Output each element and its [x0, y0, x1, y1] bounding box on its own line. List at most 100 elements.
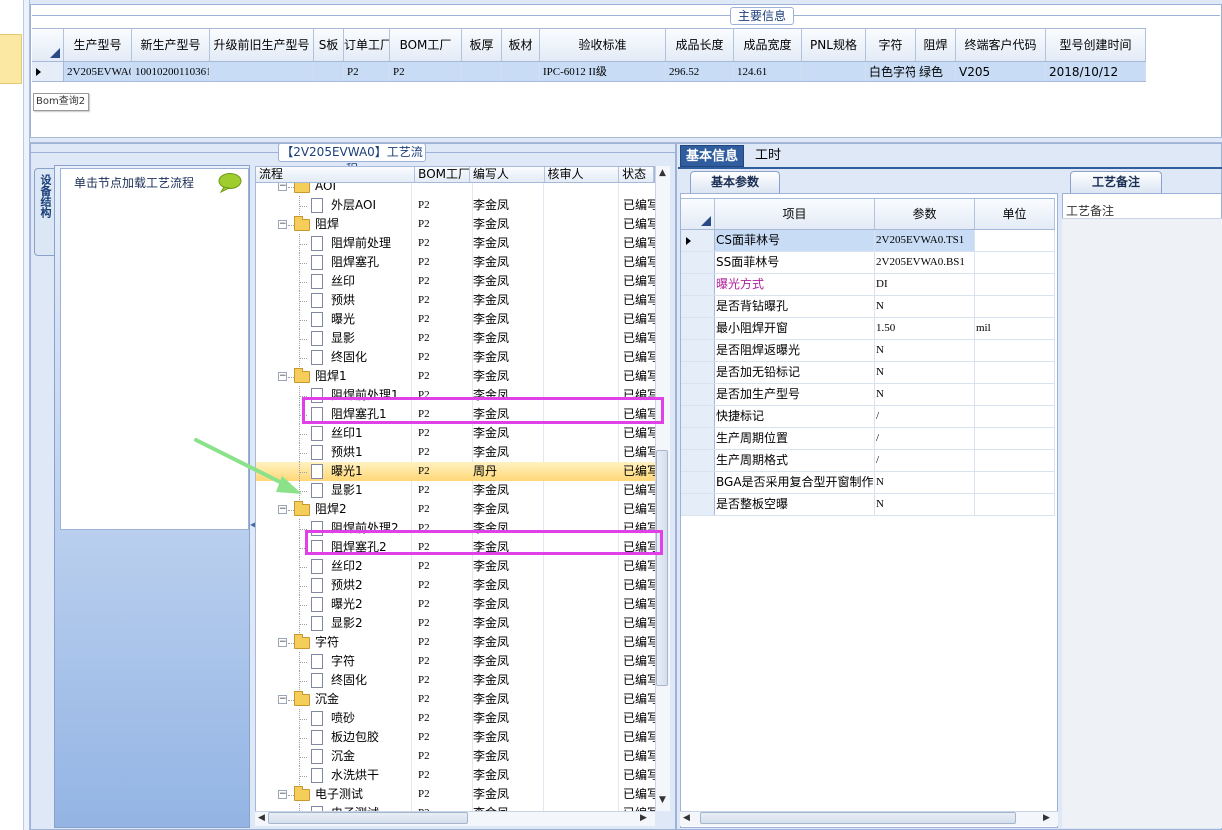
tree-step-row[interactable]: 字符 P2 李金凤 已编写	[256, 652, 655, 671]
grid-cell[interactable]	[210, 62, 314, 81]
column-header[interactable]: 阻焊	[916, 29, 956, 61]
basic-params-tab[interactable]: 基本参数	[690, 171, 780, 193]
column-header[interactable]: PNL规格	[802, 29, 866, 61]
tree-node[interactable]: 显影	[256, 329, 411, 348]
column-header[interactable]: 生产型号	[64, 29, 132, 61]
tree-column-header[interactable]: 流程	[256, 167, 416, 182]
scroll-right-icon[interactable]: ▶	[1043, 813, 1050, 823]
tree-node[interactable]: 阻焊前处理	[256, 234, 411, 253]
column-header[interactable]: BOM工厂	[390, 29, 462, 61]
grid-cell[interactable]: 296.52	[666, 62, 734, 81]
param-value[interactable]: 2V205EVWA0.BS1	[875, 252, 975, 273]
tree-column-header[interactable]: 状态	[619, 167, 654, 182]
params-hscroll-thumb[interactable]	[700, 812, 1016, 824]
tree-column-header[interactable]: 编写人	[470, 167, 545, 182]
param-value[interactable]: N	[875, 384, 975, 405]
tree-node[interactable]: 电子测试	[256, 804, 411, 811]
params-column-header[interactable]: 参数	[875, 199, 975, 229]
param-value[interactable]: 1.50	[875, 318, 975, 339]
tree-node[interactable]: 预烘2	[256, 576, 411, 595]
scroll-left-icon[interactable]: ◀	[258, 813, 265, 823]
column-header[interactable]: 板材	[502, 29, 540, 61]
grid-cell[interactable]	[502, 62, 540, 81]
column-header[interactable]: 升级前旧生产型号	[210, 29, 314, 61]
param-value[interactable]: /	[875, 428, 975, 449]
scroll-down-icon[interactable]: ▼	[659, 795, 666, 805]
tree-step-row[interactable]: 显影1 P2 李金凤 已编写	[256, 481, 655, 500]
tree-node[interactable]: 终固化	[256, 348, 411, 367]
tree-step-row[interactable]: 丝印1 P2 李金凤 已编写	[256, 424, 655, 443]
column-header[interactable]: 板厚	[462, 29, 502, 61]
grid-cell[interactable]: 绿色	[916, 62, 956, 81]
tree-step-row[interactable]: 丝印2 P2 李金凤 已编写	[256, 557, 655, 576]
column-header[interactable]: 终端客户代码	[956, 29, 1046, 61]
tree-node[interactable]: 显影2	[256, 614, 411, 633]
tree-step-row[interactable]: 丝印 P2 李金凤 已编写	[256, 272, 655, 291]
tree-step-row[interactable]: 曝光2 P2 李金凤 已编写	[256, 595, 655, 614]
params-row[interactable]: 最小阻焊开窗 1.50 mil	[681, 318, 1055, 340]
collapse-toggle-icon[interactable]: −	[278, 372, 287, 381]
process-tree-vscroll-thumb[interactable]	[656, 450, 668, 686]
tree-node[interactable]: 喷砂	[256, 709, 411, 728]
param-value[interactable]: N	[875, 340, 975, 361]
tree-step-row[interactable]: 曝光 P2 李金凤 已编写	[256, 310, 655, 329]
tree-step-row[interactable]: 沉金 P2 李金凤 已编写	[256, 747, 655, 766]
params-row[interactable]: SS面菲林号 2V205EVWA0.BS1	[681, 252, 1055, 274]
left-rail-tab[interactable]	[0, 34, 22, 84]
tree-step-row[interactable]: 终固化 P2 李金凤 已编写	[256, 671, 655, 690]
tree-step-row[interactable]: 阻焊前处理 P2 李金凤 已编写	[256, 234, 655, 253]
tree-node[interactable]: − 沉金	[256, 690, 411, 709]
tree-folder-row[interactable]: − 电子测试 P2 李金凤 已编写	[256, 785, 655, 804]
tree-node[interactable]: 终固化	[256, 671, 411, 690]
grid-cell[interactable]: 2018/10/12	[1046, 62, 1146, 81]
process-tree-hscroll-thumb[interactable]	[268, 812, 468, 824]
row-indicator[interactable]	[681, 406, 715, 427]
grid-cell[interactable]: IPC-6012 II级	[540, 62, 666, 81]
tree-node[interactable]: − 电子测试	[256, 785, 411, 804]
main-grid-row[interactable]: 2V205EVWA0 10010200110361 P2 P2 IPC-6012 II级…	[32, 62, 1146, 82]
param-value[interactable]: /	[875, 450, 975, 471]
row-indicator[interactable]	[681, 450, 715, 471]
params-row[interactable]: 曝光方式 DI	[681, 274, 1055, 296]
tree-step-row[interactable]: 终固化 P2 李金凤 已编写	[256, 348, 655, 367]
tree-node[interactable]: 外层AOI	[256, 196, 411, 215]
tree-folder-row[interactable]: − AOI	[256, 183, 655, 196]
tree-step-row[interactable]: 显影 P2 李金凤 已编写	[256, 329, 655, 348]
collapse-toggle-icon[interactable]: −	[278, 220, 287, 229]
collapse-toggle-icon[interactable]: −	[278, 638, 287, 647]
grid-cell[interactable]: 10010200110361	[132, 62, 210, 81]
params-row[interactable]: 生产周期位置 /	[681, 428, 1055, 450]
grid-cell[interactable]: 2V205EVWA0	[64, 62, 132, 81]
collapse-toggle-icon[interactable]: −	[278, 790, 287, 799]
param-value[interactable]: N	[875, 362, 975, 383]
tree-node[interactable]: − 字符	[256, 633, 411, 652]
row-indicator[interactable]	[681, 252, 715, 273]
tree-step-row[interactable]: 预烘1 P2 李金凤 已编写	[256, 443, 655, 462]
grid-cell[interactable]: 124.61	[734, 62, 802, 81]
tree-folder-row[interactable]: − 阻焊2 P2 李金凤 已编写	[256, 500, 655, 519]
params-row[interactable]: 是否加生产型号 N	[681, 384, 1055, 406]
tree-step-row[interactable]: 电子测试 P2李金凤 已编写	[256, 804, 655, 811]
param-value[interactable]: 2V205EVWA0.TS1	[875, 230, 975, 251]
row-indicator-icon[interactable]	[681, 230, 715, 251]
params-row[interactable]: CS面菲林号 2V205EVWA0.TS1	[681, 230, 1055, 252]
params-row[interactable]: 快捷标记 /	[681, 406, 1055, 428]
param-value[interactable]: DI	[875, 274, 975, 295]
tree-node[interactable]: 沉金	[256, 747, 411, 766]
tree-step-row[interactable]: 板边包胶 P2 李金凤 已编写	[256, 728, 655, 747]
column-header[interactable]: 新生产型号	[132, 29, 210, 61]
collapse-toggle-icon[interactable]: −	[278, 695, 287, 704]
row-indicator[interactable]	[681, 340, 715, 361]
row-indicator[interactable]	[681, 472, 715, 493]
bom-query-tab[interactable]: Bom查询2	[33, 93, 89, 111]
params-column-header[interactable]: 单位	[975, 199, 1055, 229]
collapse-toggle-icon[interactable]: −	[278, 505, 287, 514]
tree-folder-row[interactable]: − 阻焊 P2 李金凤 已编写	[256, 215, 655, 234]
grid-corner[interactable]	[681, 199, 715, 229]
collapse-toggle-icon[interactable]: −	[278, 183, 287, 191]
row-indicator[interactable]	[681, 428, 715, 449]
tree-node[interactable]: − 阻焊1	[256, 367, 411, 386]
column-header[interactable]: S板	[314, 29, 344, 61]
tree-folder-row[interactable]: − 阻焊1 P2 李金凤 已编写	[256, 367, 655, 386]
row-indicator[interactable]	[681, 274, 715, 295]
